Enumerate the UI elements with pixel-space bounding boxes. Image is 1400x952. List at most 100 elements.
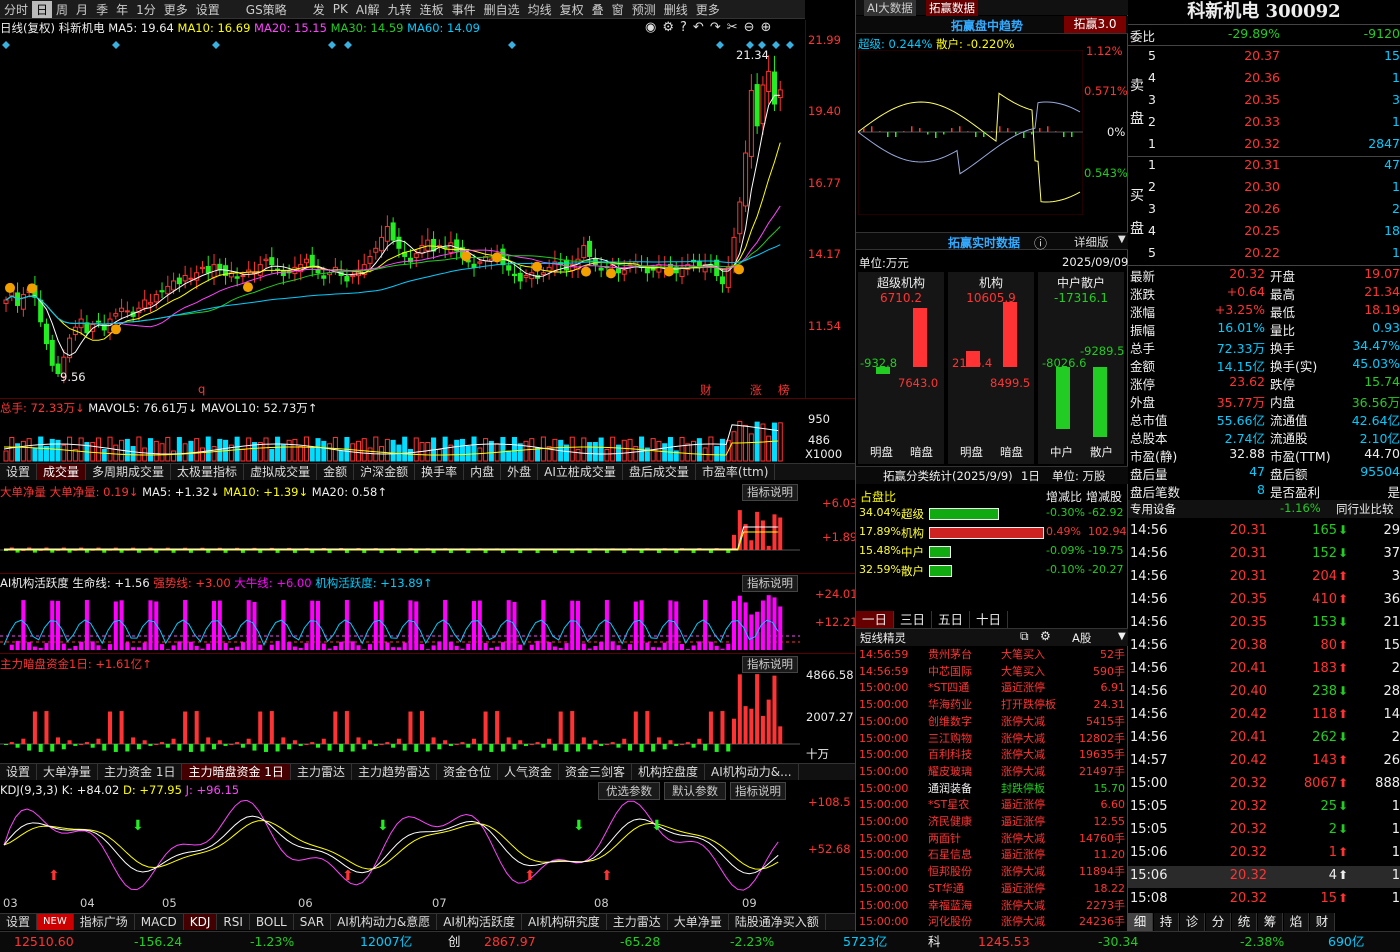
minus-icon[interactable]: ⊖ <box>744 20 761 35</box>
toolbar-item-10[interactable]: 发 <box>309 1 329 18</box>
short-row[interactable]: 15:00:00 幸福蓝海 涨停大减 2273手 <box>856 898 1129 914</box>
kdj-help-button[interactable]: 指标说明 <box>730 782 786 800</box>
tab-tabs3-7[interactable]: SAR <box>294 914 332 930</box>
bottom-tab-3[interactable]: 分 <box>1206 913 1231 931</box>
toolbar-item-9[interactable]: GS策略 <box>224 1 309 18</box>
chevron-down-icon[interactable]: ▼ <box>1118 234 1126 245</box>
stat-day[interactable]: 1日 <box>1021 468 1040 484</box>
tab-tabs1-12[interactable]: 市盈率(ttm) <box>696 464 776 480</box>
tab-tabs2-7[interactable]: 人气资金 <box>498 764 559 780</box>
toolbar-item-8[interactable]: 设置 <box>192 1 224 18</box>
tab-tabs3-0[interactable]: 设置 <box>0 914 38 930</box>
popout-icon[interactable]: ⧉ <box>1020 629 1029 644</box>
toolbar-item-17[interactable]: 均线 <box>524 1 556 18</box>
tab-tabs3-13[interactable]: 陆股通净买入额 <box>729 914 826 930</box>
tab-tabs3-3[interactable]: MACD <box>135 914 184 930</box>
redo-icon[interactable]: ↷ <box>710 20 727 35</box>
tab-tabs1-8[interactable]: 内盘 <box>464 464 502 480</box>
scissors-icon[interactable]: ✂ <box>727 20 744 35</box>
period-tab-2[interactable]: 五日 <box>932 611 971 628</box>
undo-icon[interactable]: ↶ <box>693 20 710 35</box>
tab-tabs1-3[interactable]: 太极量指标 <box>171 464 245 480</box>
tab-tabs2-1[interactable]: 大单净量 <box>37 764 99 780</box>
short-row[interactable]: 15:00:00 通润装备 封跌停板 15.70 <box>856 781 1129 797</box>
short-row[interactable]: 15:00:00 河化股份 涨停大减 24236手 <box>856 914 1129 930</box>
tab-tabs2-9[interactable]: 机构控盘度 <box>632 764 706 780</box>
toolbar-item-2[interactable]: 周 <box>52 1 72 18</box>
short-row[interactable]: 14:56:59 中芯国际 大笔买入 590手 <box>856 664 1129 680</box>
tab-tabs3-8[interactable]: AI机构动力&意愿 <box>331 914 438 930</box>
tab-tabs3-5[interactable]: RSI <box>217 914 250 930</box>
short-row[interactable]: 15:00:00 三江购物 涨停大减 12802手 <box>856 731 1129 747</box>
short-row[interactable]: 15:00:00 百利科技 涨停大减 19635手 <box>856 747 1129 763</box>
short-row[interactable]: 15:00:00 济民健康 逼近涨停 12.55 <box>856 814 1129 830</box>
period-tab-0[interactable]: 一日 <box>856 611 895 628</box>
short-row[interactable]: 15:00:00 恒邦股份 涨停大减 11894手 <box>856 864 1129 880</box>
toolbar-item-18[interactable]: 复权 <box>556 1 588 18</box>
period-tab-1[interactable]: 三日 <box>894 611 933 628</box>
default-param-button[interactable]: 默认参数 <box>664 782 726 800</box>
toolbar-item-15[interactable]: 事件 <box>448 1 480 18</box>
tab-tabs3-12[interactable]: 大单净量 <box>668 914 729 930</box>
tab-tabs1-9[interactable]: 外盘 <box>501 464 539 480</box>
tab-tabs2-2[interactable]: 主力资金 1日 <box>98 764 183 780</box>
event-mark[interactable]: 榜 <box>778 382 790 398</box>
chevron-down-icon[interactable]: ▼ <box>1118 631 1126 642</box>
toolbar-item-13[interactable]: 九转 <box>384 1 416 18</box>
tab-tabs3-2[interactable]: 指标广场 <box>74 914 135 930</box>
tab-tabs2-4[interactable]: 主力雷达 <box>291 764 352 780</box>
eye-icon[interactable]: ◉ <box>645 20 662 35</box>
tab-tabs1-5[interactable]: 金额 <box>317 464 355 480</box>
toolbar-item-22[interactable]: 删线 <box>660 1 692 18</box>
tab-tabs1-11[interactable]: 盘后成交量 <box>623 464 696 480</box>
bottom-tab-0[interactable]: 细 <box>1128 913 1153 931</box>
toolbar-item-1[interactable]: 日 <box>32 0 53 18</box>
tab-tabs1-10[interactable]: AI立桩成交量 <box>538 464 623 480</box>
tab-tabs1-2[interactable]: 多周期成交量 <box>86 464 172 480</box>
short-row[interactable]: 14:56:59 贵州茅台 大笔买入 52手 <box>856 647 1129 663</box>
market-select[interactable]: A股 <box>1072 630 1091 646</box>
tuoying3-button[interactable]: 拓赢3.0 <box>1064 16 1126 33</box>
tab-tabs3-6[interactable]: BOLL <box>250 914 294 930</box>
toolbar-item-14[interactable]: 连板 <box>416 1 448 18</box>
ind3-help-button[interactable]: 指标说明 <box>742 656 798 673</box>
tab-tabs2-8[interactable]: 资金三剑客 <box>559 764 633 780</box>
short-row[interactable]: 15:00:00 *ST四通 逼近涨停 6.91 <box>856 680 1129 696</box>
tab-tabs2-6[interactable]: 资金仓位 <box>437 764 498 780</box>
tab-tabs3-10[interactable]: AI机构研究度 <box>522 914 607 930</box>
bottom-tab-7[interactable]: 财 <box>1310 913 1335 931</box>
tab-tabs2-10[interactable]: AI机构动力&... <box>705 764 799 780</box>
kc-index[interactable]: 1245.53 <box>978 932 1030 952</box>
short-row[interactable]: 15:00:00 ST华通 逼近涨停 18.22 <box>856 881 1129 897</box>
toolbar-item-5[interactable]: 年 <box>112 1 132 18</box>
optimal-param-button[interactable]: 优选参数 <box>598 782 660 800</box>
toolbar-item-16[interactable]: 删自选 <box>480 1 524 18</box>
sh-index[interactable]: 12510.60 <box>14 932 74 952</box>
toolbar-item-3[interactable]: 月 <box>72 1 92 18</box>
tab-tabs1-7[interactable]: 换手率 <box>415 464 465 480</box>
short-row[interactable]: 15:00:00 创维数字 涨停大减 5415手 <box>856 714 1129 730</box>
event-mark[interactable]: q <box>198 382 205 396</box>
short-row[interactable]: 15:00:00 耀皮玻璃 涨停大减 21497手 <box>856 764 1129 780</box>
tab-tabs3-9[interactable]: AI机构活跃度 <box>437 914 522 930</box>
chart-tool-icons[interactable]: ◉⚙?↶↷✂⊖⊕ <box>645 20 777 35</box>
tab-tabs1-1[interactable]: 成交量 <box>37 464 87 480</box>
plus-icon[interactable]: ⊕ <box>761 20 778 35</box>
short-row[interactable]: 15:00:00 *ST星农 逼近涨停 6.60 <box>856 797 1129 813</box>
tab-tabs2-5[interactable]: 主力趋势雷达 <box>352 764 437 780</box>
tab-tabs1-0[interactable]: 设置 <box>0 464 38 480</box>
tab-tabs3-1[interactable]: NEW <box>37 914 74 930</box>
bottom-tab-4[interactable]: 统 <box>1232 913 1257 931</box>
tab-ai-bigdata[interactable]: AI大数据 <box>864 0 916 16</box>
info-icon[interactable]: ⓘ <box>1034 233 1047 252</box>
bottom-tab-1[interactable]: 持 <box>1154 913 1179 931</box>
toolbar-item-4[interactable]: 季 <box>92 1 112 18</box>
detail-dropdown[interactable]: 详细版 <box>1074 234 1109 250</box>
gear-icon[interactable]: ⚙ <box>1040 629 1051 643</box>
short-row[interactable]: 15:00:00 华海药业 打开跌停板 24.31 <box>856 697 1129 713</box>
tab-tuoying[interactable]: 拓赢数据 <box>926 0 978 16</box>
help-icon[interactable]: ? <box>680 20 693 35</box>
toolbar-item-19[interactable]: 叠 <box>588 1 608 18</box>
tab-tabs3-4[interactable]: KDJ <box>183 914 218 930</box>
toolbar-item-6[interactable]: 1分 <box>132 1 160 18</box>
